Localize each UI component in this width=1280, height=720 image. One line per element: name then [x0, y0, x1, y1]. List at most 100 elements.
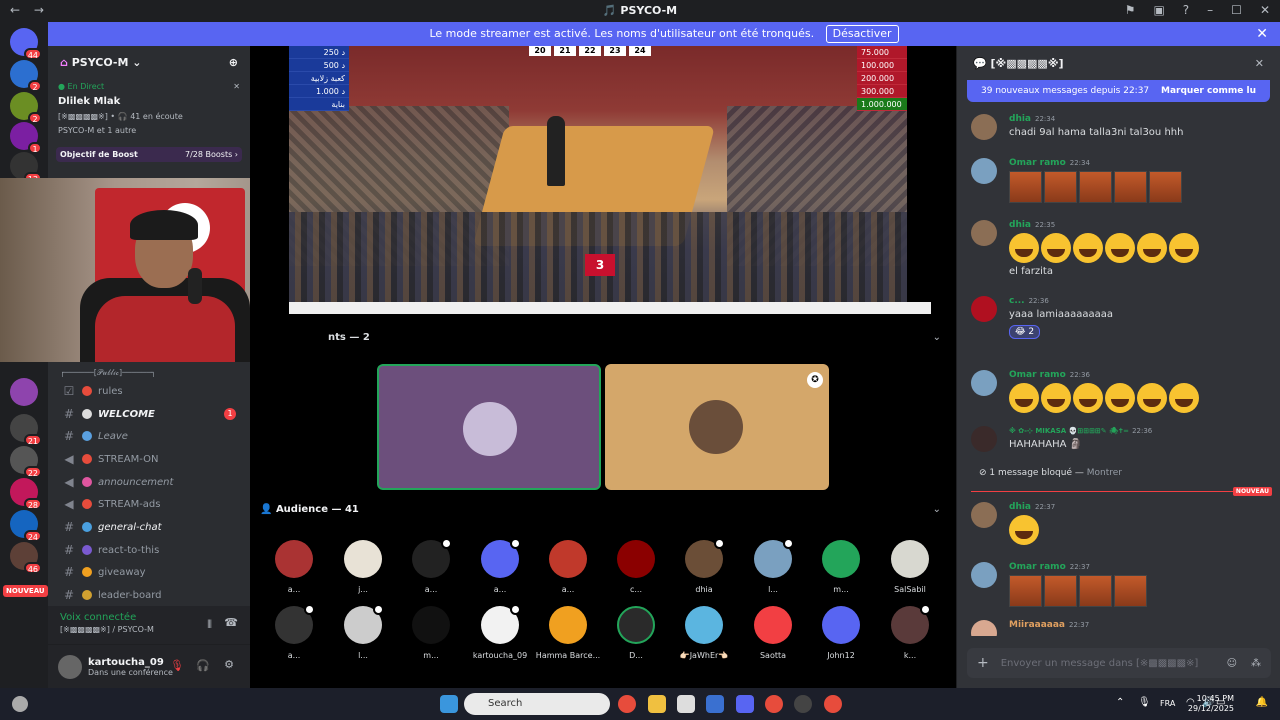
server-icon[interactable]: [10, 378, 38, 406]
audience-member[interactable]: SalSabil: [876, 540, 944, 594]
channel-item[interactable]: # Leave: [60, 425, 246, 447]
language-indicator[interactable]: FRA: [1160, 699, 1175, 708]
message-author[interactable]: dhia: [1009, 502, 1031, 512]
plus-icon[interactable]: +: [977, 655, 989, 671]
message-author[interactable]: Omar ramo: [1009, 158, 1066, 168]
chevron-down-icon[interactable]: ⌄: [933, 332, 941, 343]
mark-read-button[interactable]: Marquer comme lu: [1161, 86, 1256, 96]
audience-member[interactable]: a...: [397, 538, 465, 594]
channel-item[interactable]: ◀ announcement: [60, 471, 246, 493]
show-blocked-link[interactable]: Montrer: [1087, 468, 1122, 478]
avatar[interactable]: [971, 158, 997, 184]
close-icon[interactable]: ✕: [1255, 57, 1264, 70]
participant-tile[interactable]: [377, 364, 601, 490]
audience-member[interactable]: John12: [807, 606, 875, 660]
message-author[interactable]: Omar ramo: [1009, 370, 1066, 380]
chrome-icon[interactable]: [824, 695, 842, 713]
screen-icon[interactable]: ▣: [1153, 3, 1164, 17]
audience-member[interactable]: j...: [329, 540, 397, 594]
message-author[interactable]: dhia: [1009, 220, 1031, 230]
mic-muted-icon[interactable]: 🎙: [170, 659, 184, 672]
audience-member[interactable]: a...: [260, 540, 328, 594]
screen-share-stream[interactable]: 250 د 500 د كعبة زلابية 1.000 د بناية 75…: [289, 46, 907, 302]
taskbar-search[interactable]: Search: [464, 693, 610, 715]
home-dm-icon[interactable]: 44: [10, 28, 42, 60]
avatar[interactable]: [971, 502, 997, 528]
message-author[interactable]: dhia: [1009, 114, 1031, 124]
server-header[interactable]: ⌂ PSYCO-M ⌄ ⊕: [48, 46, 250, 76]
server-icon[interactable]: 2: [10, 92, 42, 124]
chrome-icon[interactable]: [618, 695, 636, 713]
inbox-icon[interactable]: ⚑: [1125, 3, 1136, 17]
maximize-button[interactable]: ☐: [1231, 3, 1242, 17]
audience-member[interactable]: k...: [876, 604, 944, 660]
boost-goal[interactable]: Objectif de Boost 7/28 Boosts ›: [56, 147, 242, 162]
audience-member[interactable]: a...: [534, 540, 602, 594]
minimize-button[interactable]: –: [1207, 3, 1213, 17]
disconnect-icon[interactable]: ☎: [224, 616, 238, 629]
audience-member[interactable]: dhia: [670, 538, 738, 594]
clock[interactable]: 10:45 PM 29/12/2025: [1188, 694, 1234, 714]
channel-item[interactable]: # leader-board: [60, 584, 246, 606]
store-icon[interactable]: [677, 695, 695, 713]
channel-item[interactable]: # general-chat: [60, 516, 246, 538]
channel-item[interactable]: # WELCOME 1: [60, 403, 246, 425]
server-icon[interactable]: 21: [10, 414, 42, 446]
channel-item[interactable]: ◀ STREAM-ON: [60, 448, 246, 470]
audience-member[interactable]: l...: [329, 604, 397, 660]
disable-streamer-button[interactable]: Désactiver: [825, 25, 899, 43]
message-author[interactable]: ※ ✿-⊹ MIKASA 💀⊞⊞⊞⊞✎ 🕷︎✝︎═: [1009, 427, 1128, 435]
invite-icon[interactable]: ⊕: [229, 56, 238, 69]
audience-member[interactable]: kartoucha_09: [466, 604, 534, 660]
folder-icon[interactable]: [648, 695, 666, 713]
windows-start-icon[interactable]: [440, 695, 458, 713]
server-icon[interactable]: 22: [10, 446, 42, 478]
audience-member[interactable]: a...: [466, 538, 534, 594]
audience-member[interactable]: m...: [397, 606, 465, 660]
audience-member[interactable]: m...: [807, 540, 875, 594]
avatar[interactable]: [971, 562, 997, 588]
message-input[interactable]: + Envoyer un message dans [※▩▩▩▩※] ☺ ⁂: [967, 648, 1271, 678]
server-icon[interactable]: 46: [10, 542, 42, 574]
message-author[interactable]: Miiraaaaaa: [1009, 620, 1065, 630]
avatar[interactable]: [58, 654, 82, 679]
noise-icon[interactable]: ⦀: [207, 618, 212, 632]
avatar[interactable]: [971, 296, 997, 322]
gear-icon[interactable]: ⚙: [224, 658, 234, 671]
reaction-button[interactable]: 😂 2: [1009, 325, 1041, 339]
tray-chevron-icon[interactable]: ⌃: [1116, 697, 1124, 708]
channel-item[interactable]: # react-to-this: [60, 539, 246, 561]
help-icon[interactable]: ?: [1183, 3, 1189, 17]
avatar[interactable]: [971, 370, 997, 396]
audience-member[interactable]: l...: [739, 538, 807, 594]
server-icon[interactable]: 2: [10, 60, 42, 92]
notification-icon[interactable]: 🔔: [1256, 697, 1268, 708]
banner-close-icon[interactable]: ✕: [1256, 22, 1268, 46]
app-icon[interactable]: [706, 695, 724, 713]
audience-member[interactable]: c...: [602, 540, 670, 594]
new-servers-pill[interactable]: NOUVEAU: [3, 585, 48, 597]
channel-item[interactable]: ◀ STREAM-ads: [60, 493, 246, 515]
avatar[interactable]: [971, 426, 997, 452]
close-window-button[interactable]: ✕: [1260, 3, 1270, 17]
headphones-icon[interactable]: 🎧: [196, 659, 210, 672]
avatar[interactable]: [971, 220, 997, 246]
server-icon[interactable]: 13: [10, 152, 42, 184]
chrome-icon[interactable]: [765, 695, 783, 713]
discord-icon[interactable]: [736, 695, 754, 713]
channel-item[interactable]: ☑ rules: [60, 380, 246, 402]
audience-member[interactable]: D...: [602, 606, 670, 660]
mic-tray-icon[interactable]: 🎙: [1138, 697, 1151, 708]
audience-member[interactable]: 👉🏻JaWhEr👈🏻: [670, 606, 738, 660]
weather-icon[interactable]: [12, 696, 28, 712]
emoji-picker-icon[interactable]: ☺: [1227, 658, 1237, 669]
participants-heading[interactable]: nts — 2: [328, 332, 370, 343]
audience-member[interactable]: a...: [260, 604, 328, 660]
channel-item[interactable]: # giveaway: [60, 561, 246, 583]
event-close-icon[interactable]: ✕: [233, 82, 240, 91]
server-icon[interactable]: 1: [10, 122, 42, 154]
live-event-card[interactable]: ● En Direct ✕ Dlilek Mlak [※▩▩▩▩※] • 🎧 41…: [56, 80, 242, 137]
server-icon[interactable]: 24: [10, 510, 42, 542]
participant-tile[interactable]: ✪: [605, 364, 829, 490]
server-icon[interactable]: 28: [10, 478, 42, 510]
